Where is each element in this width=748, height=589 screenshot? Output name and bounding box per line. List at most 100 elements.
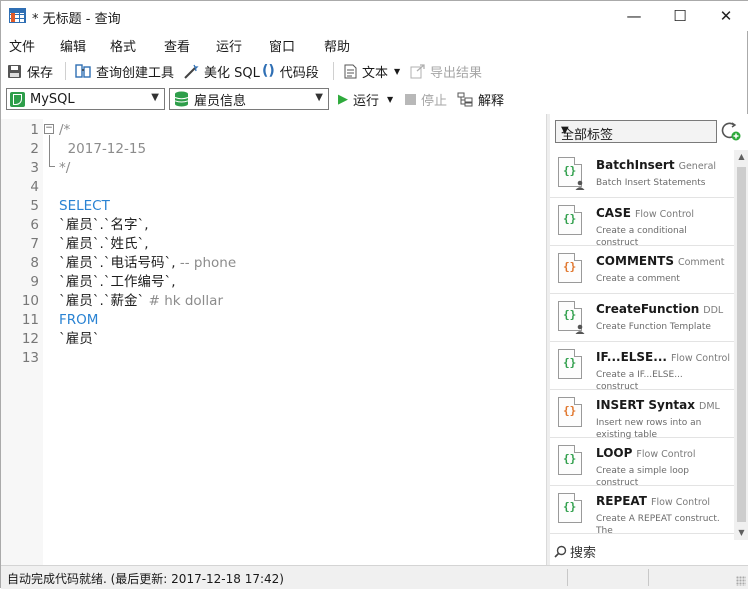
code-line: 12 `雇员` [1,330,546,349]
code-line: 13 [1,349,546,368]
code-line: 4 [1,178,546,197]
snippet-list: {} BatchInsert General Batch Insert Stateme… [550,150,748,540]
brace-user-icon: {} [558,301,585,334]
close-button[interactable]: ✕ [703,1,748,31]
snippet-title: REPEAT Flow Control [596,494,710,508]
code-text: `雇员`.`工作编号`, [59,273,176,292]
line-number: 12 [21,331,39,347]
code-token-comment: /* [59,122,71,138]
connection-select[interactable]: MySQL ▼ [6,88,165,110]
snippet-tag: Comment [677,257,725,268]
stop-label: 停止 [421,93,448,109]
menu-file[interactable]: 文件 [9,36,35,55]
snippet-name: BatchInsert [596,158,675,172]
snippet-item[interactable]: {} INSERT Syntax DML Insert new rows into a… [550,390,734,440]
menu-edit[interactable]: 编辑 [60,36,86,55]
snippet-search[interactable]: 搜索 [554,542,597,561]
menu-view[interactable]: 查看 [164,36,190,55]
minimize-button[interactable]: — [611,1,657,31]
line-number: 1 [30,122,39,138]
resize-grip[interactable] [736,576,746,586]
snippet-item[interactable]: {} CASE Flow Control Create a conditional c… [550,198,734,248]
stop-icon [405,93,416,105]
explain-label: 解释 [478,93,505,109]
search-label: 搜索 [570,545,597,561]
snippet-item[interactable]: {} COMMENTS Comment Create a comment [550,246,734,294]
chevron-down-icon: ▼ [387,94,394,104]
scroll-down-icon[interactable]: ▼ [734,526,748,540]
braces-icon: () [262,63,275,79]
code-line: 10 `雇员`.`薪金` # hk dollar [1,292,546,311]
text-mode-button[interactable]: 文本 ▼ [344,62,400,81]
menu-format[interactable]: 格式 [110,36,136,55]
brace-icon: {} [558,493,582,523]
line-number: 3 [30,160,39,176]
chevron-down-icon: ▼ [561,125,569,136]
user-badge-icon [575,323,585,334]
magic-wand-icon [184,64,199,79]
scroll-thumb[interactable] [737,167,746,522]
maximize-button[interactable]: ☐ [657,1,703,31]
snippet-tag: DML [699,401,720,412]
snippet-item[interactable]: {} LOOP Flow Control Create a simple loop c… [550,438,734,488]
beautify-sql-button[interactable]: 美化 SQL [183,62,260,81]
snippet-name: CASE [596,206,631,220]
code-token-keyword: FROM [59,312,99,328]
toolbar-divider [65,62,66,80]
tag-filter-select[interactable]: 全部标签 ▼ [555,120,717,143]
menu-run[interactable]: 运行 [216,36,242,55]
app-window: * 无标题 - 查询 — ☐ ✕ 文件 编辑 格式 查看 运行 窗口 帮助 保存 [0,0,748,589]
code-token-ident: `雇员`.`电话号码`, [59,255,176,271]
code-text: `雇员` [59,330,100,349]
code-line: 8 `雇员`.`电话号码`, -- phone [1,254,546,273]
snippet-tag: Flow Control [636,449,696,460]
stop-button[interactable]: 停止 [405,90,448,109]
snippet-tag: Flow Control [650,497,711,508]
brace-icon: {} [558,349,582,379]
code-snippet-button[interactable]: () 代码段 [262,62,319,81]
code-token-comment: -- phone [175,255,237,271]
user-badge-icon [575,179,585,190]
code-token-ident: `雇员`.`工作编号`, [59,274,176,290]
connection-value: MySQL [30,91,75,107]
refresh-add-icon[interactable] [721,121,741,141]
run-button[interactable]: ▶ 运行 ▼ [338,90,394,109]
save-label: 保存 [27,65,54,81]
line-number: 11 [21,312,39,328]
snippet-item[interactable]: {} CreateFunction DDL Create Function Templ… [550,294,734,342]
snippet-title: INSERT Syntax DML [596,398,720,412]
menu-window[interactable]: 窗口 [269,36,295,55]
floppy-disk-icon [8,64,21,78]
explain-button[interactable]: 解释 [457,90,505,109]
line-number: 6 [30,217,39,233]
snippet-item[interactable]: {} BatchInsert General Batch Insert Stateme… [550,150,734,198]
line-number: 10 [21,293,39,309]
snippet-name: COMMENTS [596,254,674,268]
snippet-tag: Flow Control [670,353,730,364]
scroll-up-icon[interactable]: ▲ [734,150,748,164]
menu-help[interactable]: 帮助 [324,36,350,55]
query-builder-button[interactable]: 查询创建工具 [75,62,174,81]
database-select[interactable]: 雇员信息 ▼ [169,88,329,110]
snippet-item[interactable]: {} IF...ELSE... Flow Control Create a IF...… [550,342,734,392]
code-line: 7 `雇员`.`姓氏`, [1,235,546,254]
status-divider [567,569,568,586]
line-number: 2 [30,141,39,157]
code-snippet-label: 代码段 [279,65,319,81]
code-text: `雇员`.`电话号码`, -- phone [59,254,236,273]
snippet-tag: General [678,161,717,172]
code-line: 2 2017-12-15 [1,140,546,159]
window-title: * 无标题 - 查询 [32,12,121,27]
snippet-scrollbar[interactable]: ▲ ▼ [734,150,748,540]
line-number: 5 [30,198,39,214]
snippet-title: COMMENTS Comment [596,254,725,268]
snippet-description: Create Function Template [596,322,711,332]
sql-editor[interactable]: − 1/* 2 2017-12-15 3 */4 5 SELECT 6 `雇员`.`名字`, 7… [1,119,546,565]
table-app-icon [9,8,26,23]
explain-tree-icon [457,92,473,106]
brace-orange-icon: {} [558,253,582,283]
code-line: 6 `雇员`.`名字`, [1,216,546,235]
snippet-item[interactable]: {} REPEAT Flow Control Create A REPEAT cons… [550,486,734,536]
save-button[interactable]: 保存 [7,62,54,81]
export-result-button[interactable]: 导出结果 [410,62,482,81]
